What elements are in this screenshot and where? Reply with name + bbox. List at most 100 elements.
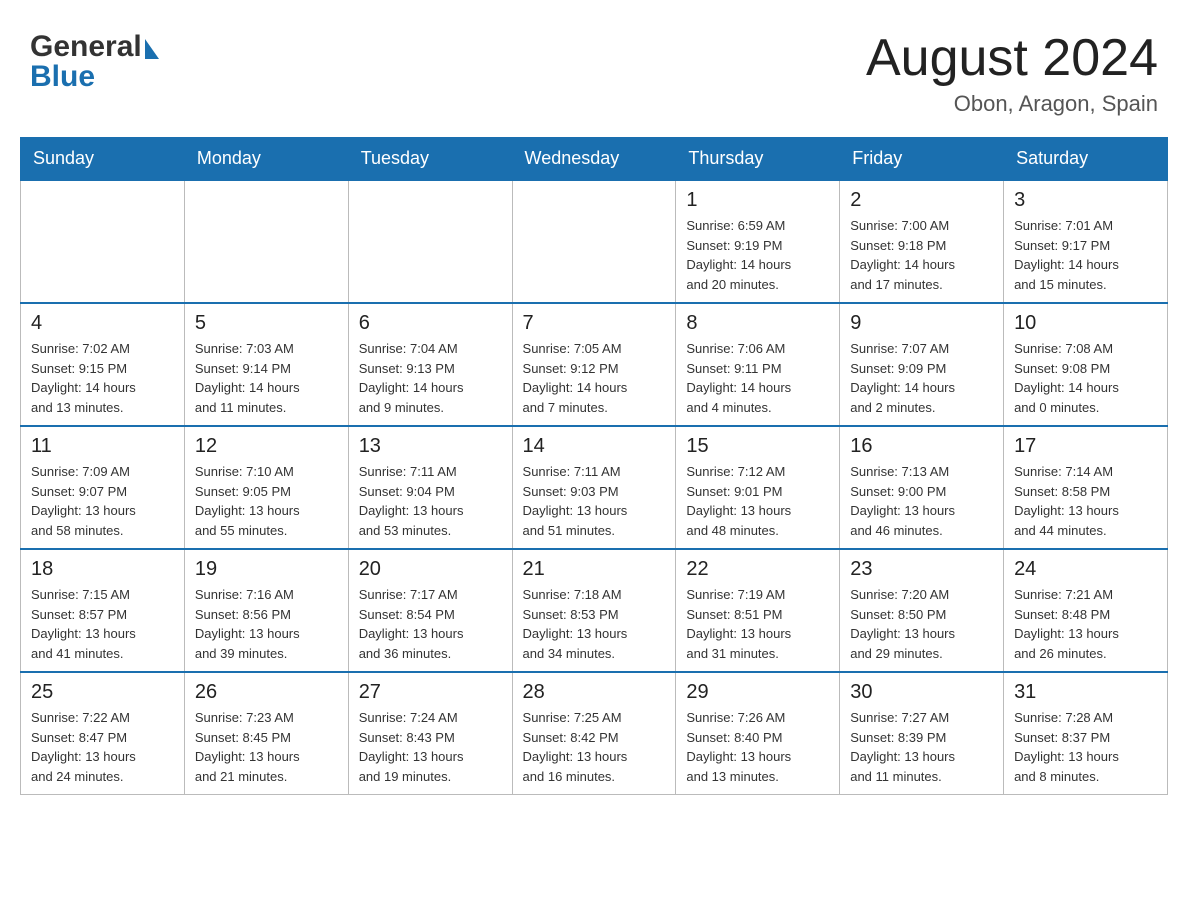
calendar-cell: 31 Sunrise: 7:28 AM Sunset: 8:37 PM Dayli… (1004, 672, 1168, 795)
weekday-header: Friday (840, 138, 1004, 181)
calendar-week-row: 11 Sunrise: 7:09 AM Sunset: 9:07 PM Dayli… (21, 426, 1168, 549)
day-number: 17 (1014, 435, 1157, 458)
day-number: 28 (523, 681, 666, 704)
day-number: 20 (359, 558, 502, 581)
calendar-week-row: 4 Sunrise: 7:02 AM Sunset: 9:15 PM Daylig… (21, 303, 1168, 426)
weekday-header: Monday (184, 138, 348, 181)
calendar-cell: 12 Sunrise: 7:10 AM Sunset: 9:05 PM Dayli… (184, 426, 348, 549)
calendar-cell: 24 Sunrise: 7:21 AM Sunset: 8:48 PM Dayli… (1004, 549, 1168, 672)
weekday-header: Thursday (676, 138, 840, 181)
day-number: 23 (850, 558, 993, 581)
calendar-cell: 1 Sunrise: 6:59 AM Sunset: 9:19 PM Daylig… (676, 180, 840, 303)
day-info: Sunrise: 7:10 AM Sunset: 9:05 PM Dayligh… (195, 462, 338, 540)
day-number: 26 (195, 681, 338, 704)
day-number: 30 (850, 681, 993, 704)
calendar-cell: 11 Sunrise: 7:09 AM Sunset: 9:07 PM Dayli… (21, 426, 185, 549)
calendar-cell: 10 Sunrise: 7:08 AM Sunset: 9:08 PM Dayli… (1004, 303, 1168, 426)
day-info: Sunrise: 7:00 AM Sunset: 9:18 PM Dayligh… (850, 216, 993, 294)
weekday-header: Saturday (1004, 138, 1168, 181)
day-info: Sunrise: 7:26 AM Sunset: 8:40 PM Dayligh… (686, 708, 829, 786)
title-section: August 2024 Obon, Aragon, Spain (866, 30, 1158, 117)
calendar-cell: 5 Sunrise: 7:03 AM Sunset: 9:14 PM Daylig… (184, 303, 348, 426)
day-info: Sunrise: 7:16 AM Sunset: 8:56 PM Dayligh… (195, 585, 338, 663)
day-info: Sunrise: 7:19 AM Sunset: 8:51 PM Dayligh… (686, 585, 829, 663)
day-info: Sunrise: 7:06 AM Sunset: 9:11 PM Dayligh… (686, 339, 829, 417)
calendar-cell (348, 180, 512, 303)
day-number: 12 (195, 435, 338, 458)
day-info: Sunrise: 7:11 AM Sunset: 9:04 PM Dayligh… (359, 462, 502, 540)
weekday-header: Wednesday (512, 138, 676, 181)
day-number: 31 (1014, 681, 1157, 704)
day-info: Sunrise: 7:27 AM Sunset: 8:39 PM Dayligh… (850, 708, 993, 786)
day-number: 11 (31, 435, 174, 458)
day-info: Sunrise: 7:24 AM Sunset: 8:43 PM Dayligh… (359, 708, 502, 786)
day-number: 2 (850, 189, 993, 212)
calendar-cell: 30 Sunrise: 7:27 AM Sunset: 8:39 PM Dayli… (840, 672, 1004, 795)
calendar-cell: 22Sunrise: 7:19 AM Sunset: 8:51 PM Dayli… (676, 549, 840, 672)
day-number: 18 (31, 558, 174, 581)
calendar-cell: 27Sunrise: 7:24 AM Sunset: 8:43 PM Dayli… (348, 672, 512, 795)
day-info: Sunrise: 6:59 AM Sunset: 9:19 PM Dayligh… (686, 216, 829, 294)
day-number: 5 (195, 312, 338, 335)
calendar-cell: 8 Sunrise: 7:06 AM Sunset: 9:11 PM Daylig… (676, 303, 840, 426)
logo: General Blue (30, 30, 159, 94)
calendar-cell (512, 180, 676, 303)
day-number: 6 (359, 312, 502, 335)
day-info: Sunrise: 7:18 AM Sunset: 8:53 PM Dayligh… (523, 585, 666, 663)
calendar-cell (21, 180, 185, 303)
day-number: 15 (686, 435, 829, 458)
calendar-cell: 3Sunrise: 7:01 AM Sunset: 9:17 PM Daylig… (1004, 180, 1168, 303)
day-number: 7 (523, 312, 666, 335)
calendar-cell: 16 Sunrise: 7:13 AM Sunset: 9:00 PM Dayli… (840, 426, 1004, 549)
day-info: Sunrise: 7:04 AM Sunset: 9:13 PM Dayligh… (359, 339, 502, 417)
calendar-week-row: 25 Sunrise: 7:22 AM Sunset: 8:47 PM Dayli… (21, 672, 1168, 795)
calendar-cell: 7 Sunrise: 7:05 AM Sunset: 9:12 PM Daylig… (512, 303, 676, 426)
calendar-cell (184, 180, 348, 303)
calendar-cell: 6 Sunrise: 7:04 AM Sunset: 9:13 PM Daylig… (348, 303, 512, 426)
day-number: 10 (1014, 312, 1157, 335)
day-info: Sunrise: 7:02 AM Sunset: 9:15 PM Dayligh… (31, 339, 174, 417)
calendar-cell: 14Sunrise: 7:11 AM Sunset: 9:03 PM Dayli… (512, 426, 676, 549)
day-number: 24 (1014, 558, 1157, 581)
day-number: 29 (686, 681, 829, 704)
day-number: 1 (686, 189, 829, 212)
location-subtitle: Obon, Aragon, Spain (866, 91, 1158, 117)
day-info: Sunrise: 7:20 AM Sunset: 8:50 PM Dayligh… (850, 585, 993, 663)
day-number: 25 (31, 681, 174, 704)
calendar-cell: 4 Sunrise: 7:02 AM Sunset: 9:15 PM Daylig… (21, 303, 185, 426)
day-info: Sunrise: 7:15 AM Sunset: 8:57 PM Dayligh… (31, 585, 174, 663)
day-info: Sunrise: 7:14 AM Sunset: 8:58 PM Dayligh… (1014, 462, 1157, 540)
day-number: 16 (850, 435, 993, 458)
day-info: Sunrise: 7:03 AM Sunset: 9:14 PM Dayligh… (195, 339, 338, 417)
day-info: Sunrise: 7:11 AM Sunset: 9:03 PM Dayligh… (523, 462, 666, 540)
day-info: Sunrise: 7:08 AM Sunset: 9:08 PM Dayligh… (1014, 339, 1157, 417)
day-number: 9 (850, 312, 993, 335)
day-info: Sunrise: 7:28 AM Sunset: 8:37 PM Dayligh… (1014, 708, 1157, 786)
logo-triangle-icon (145, 39, 159, 59)
day-number: 8 (686, 312, 829, 335)
calendar-table: SundayMondayTuesdayWednesdayThursdayFrid… (20, 137, 1168, 795)
day-info: Sunrise: 7:21 AM Sunset: 8:48 PM Dayligh… (1014, 585, 1157, 663)
calendar-cell: 9 Sunrise: 7:07 AM Sunset: 9:09 PM Daylig… (840, 303, 1004, 426)
day-info: Sunrise: 7:05 AM Sunset: 9:12 PM Dayligh… (523, 339, 666, 417)
day-info: Sunrise: 7:01 AM Sunset: 9:17 PM Dayligh… (1014, 216, 1157, 294)
calendar-cell: 28Sunrise: 7:25 AM Sunset: 8:42 PM Dayli… (512, 672, 676, 795)
calendar-cell: 20Sunrise: 7:17 AM Sunset: 8:54 PM Dayli… (348, 549, 512, 672)
calendar-cell: 29 Sunrise: 7:26 AM Sunset: 8:40 PM Dayli… (676, 672, 840, 795)
calendar-cell: 2 Sunrise: 7:00 AM Sunset: 9:18 PM Daylig… (840, 180, 1004, 303)
logo-blue-text: Blue (30, 60, 159, 94)
calendar-cell: 13 Sunrise: 7:11 AM Sunset: 9:04 PM Dayli… (348, 426, 512, 549)
day-info: Sunrise: 7:07 AM Sunset: 9:09 PM Dayligh… (850, 339, 993, 417)
page-header: General Blue August 2024 Obon, Aragon, S… (20, 20, 1168, 117)
day-info: Sunrise: 7:22 AM Sunset: 8:47 PM Dayligh… (31, 708, 174, 786)
logo-general-text: General (30, 30, 142, 64)
day-number: 4 (31, 312, 174, 335)
day-number: 19 (195, 558, 338, 581)
day-info: Sunrise: 7:09 AM Sunset: 9:07 PM Dayligh… (31, 462, 174, 540)
day-info: Sunrise: 7:13 AM Sunset: 9:00 PM Dayligh… (850, 462, 993, 540)
calendar-week-row: 18 Sunrise: 7:15 AM Sunset: 8:57 PM Dayli… (21, 549, 1168, 672)
day-number: 21 (523, 558, 666, 581)
day-number: 13 (359, 435, 502, 458)
weekday-header-row: SundayMondayTuesdayWednesdayThursdayFrid… (21, 138, 1168, 181)
day-info: Sunrise: 7:12 AM Sunset: 9:01 PM Dayligh… (686, 462, 829, 540)
